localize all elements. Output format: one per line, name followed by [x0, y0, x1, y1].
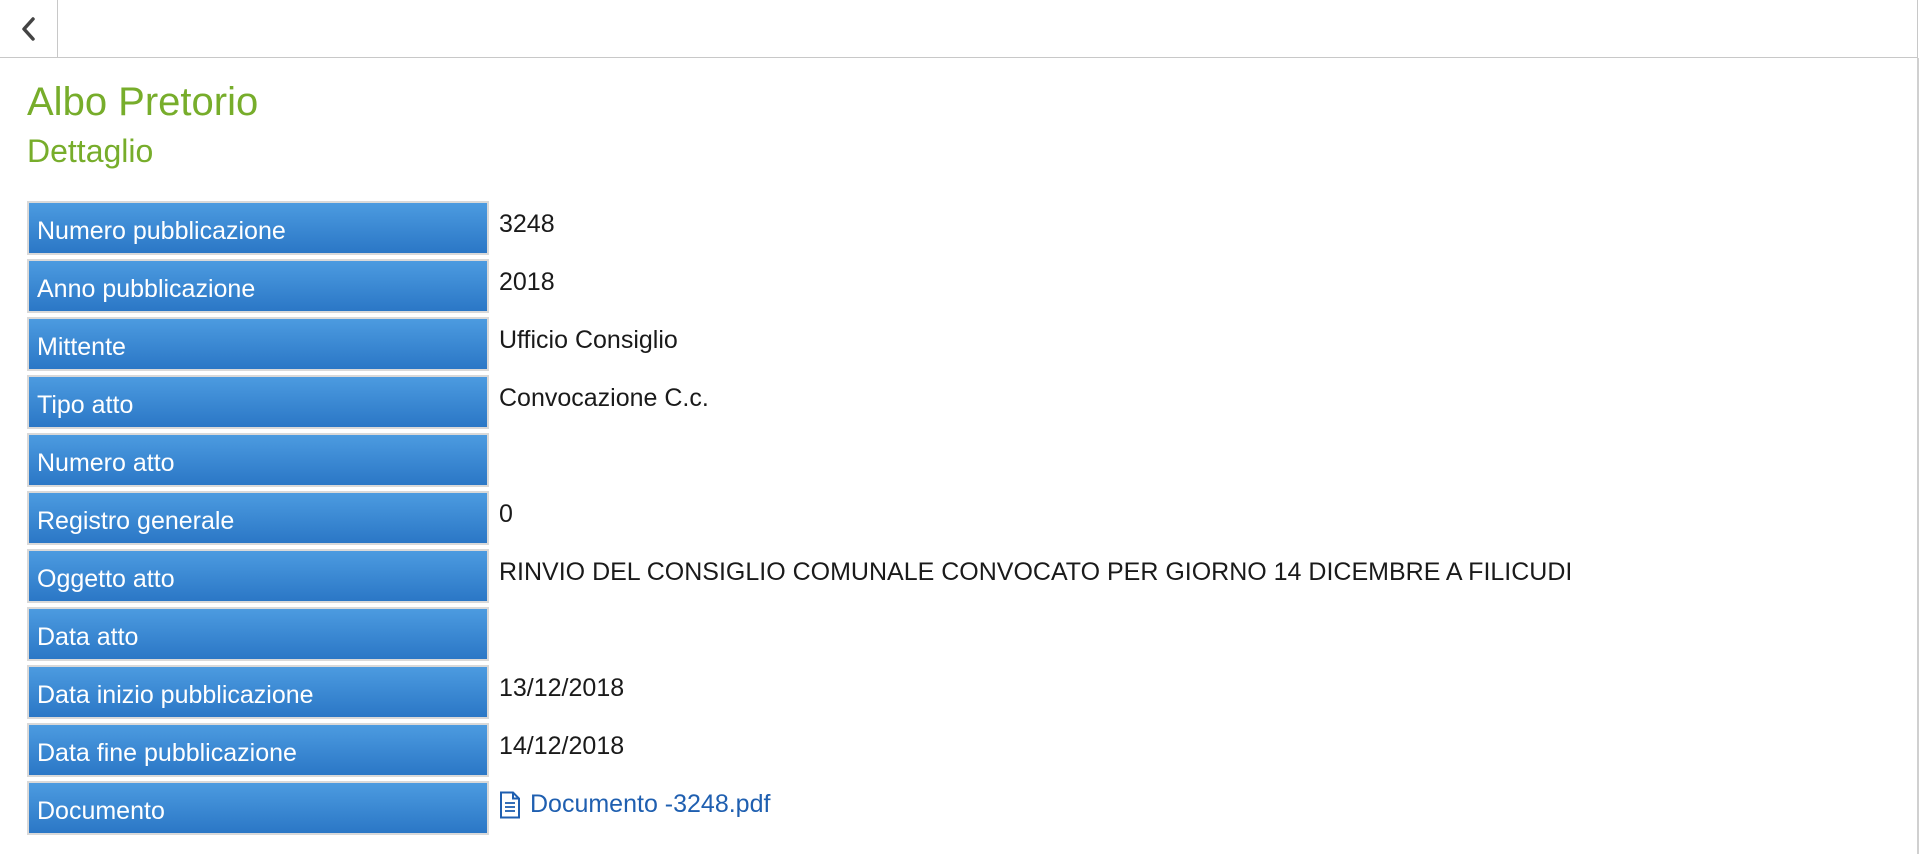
detail-row-registro-generale: Registro generale 0 [27, 491, 1572, 545]
detail-row-mittente: Mittente Ufficio Consiglio [27, 317, 1572, 371]
chevron-left-icon [21, 17, 35, 41]
top-bar [0, 0, 1918, 58]
detail-table: Numero pubblicazione 3248 Anno pubblicaz… [27, 197, 1572, 839]
detail-label: Data fine pubblicazione [27, 723, 489, 777]
page-title: Albo Pretorio [27, 80, 259, 124]
detail-label: Documento [27, 781, 489, 835]
detail-row-data-inizio-pubblicazione: Data inizio pubblicazione 13/12/2018 [27, 665, 1572, 719]
detail-label: Anno pubblicazione [27, 259, 489, 313]
detail-value: Documento -3248.pdf [489, 781, 1572, 835]
document-icon [500, 791, 520, 818]
document-link-label: Documento -3248.pdf [530, 790, 771, 818]
detail-value: RINVIO DEL CONSIGLIO COMUNALE CONVOCATO … [499, 558, 1573, 586]
detail-value [489, 433, 1572, 487]
detail-row-documento: Documento Documento -3248.pdf [27, 781, 1572, 835]
page-subtitle: Dettaglio [27, 133, 154, 169]
detail-label: Numero atto [27, 433, 489, 487]
detail-value: Ufficio Consiglio [499, 326, 678, 354]
detail-label: Mittente [27, 317, 489, 371]
detail-value: 14/12/2018 [499, 732, 625, 760]
detail-row-data-fine-pubblicazione: Data fine pubblicazione 14/12/2018 [27, 723, 1572, 777]
detail-value: 0 [499, 500, 513, 528]
detail-value: 3248 [499, 210, 555, 238]
detail-label: Oggetto atto [27, 549, 489, 603]
detail-row-tipo-atto: Tipo atto Convocazione C.c. [27, 375, 1572, 429]
detail-value: Convocazione C.c. [499, 384, 709, 412]
detail-row-data-atto: Data atto [27, 607, 1572, 661]
detail-label: Registro generale [27, 491, 489, 545]
detail-value [489, 607, 1572, 661]
detail-label: Numero pubblicazione [27, 201, 489, 255]
detail-row-anno-pubblicazione: Anno pubblicazione 2018 [27, 259, 1572, 313]
document-link[interactable]: Documento -3248.pdf [499, 790, 770, 819]
detail-row-numero-pubblicazione: Numero pubblicazione 3248 [27, 201, 1572, 255]
detail-value: 2018 [499, 268, 555, 296]
scrollbar-edge [1917, 58, 1919, 854]
back-button[interactable] [0, 0, 58, 58]
detail-value: 13/12/2018 [499, 674, 625, 702]
detail-row-oggetto-atto: Oggetto atto RINVIO DEL CONSIGLIO COMUNA… [27, 549, 1572, 603]
detail-row-numero-atto: Numero atto [27, 433, 1572, 487]
detail-label: Data atto [27, 607, 489, 661]
detail-label: Data inizio pubblicazione [27, 665, 489, 719]
detail-label: Tipo atto [27, 375, 489, 429]
